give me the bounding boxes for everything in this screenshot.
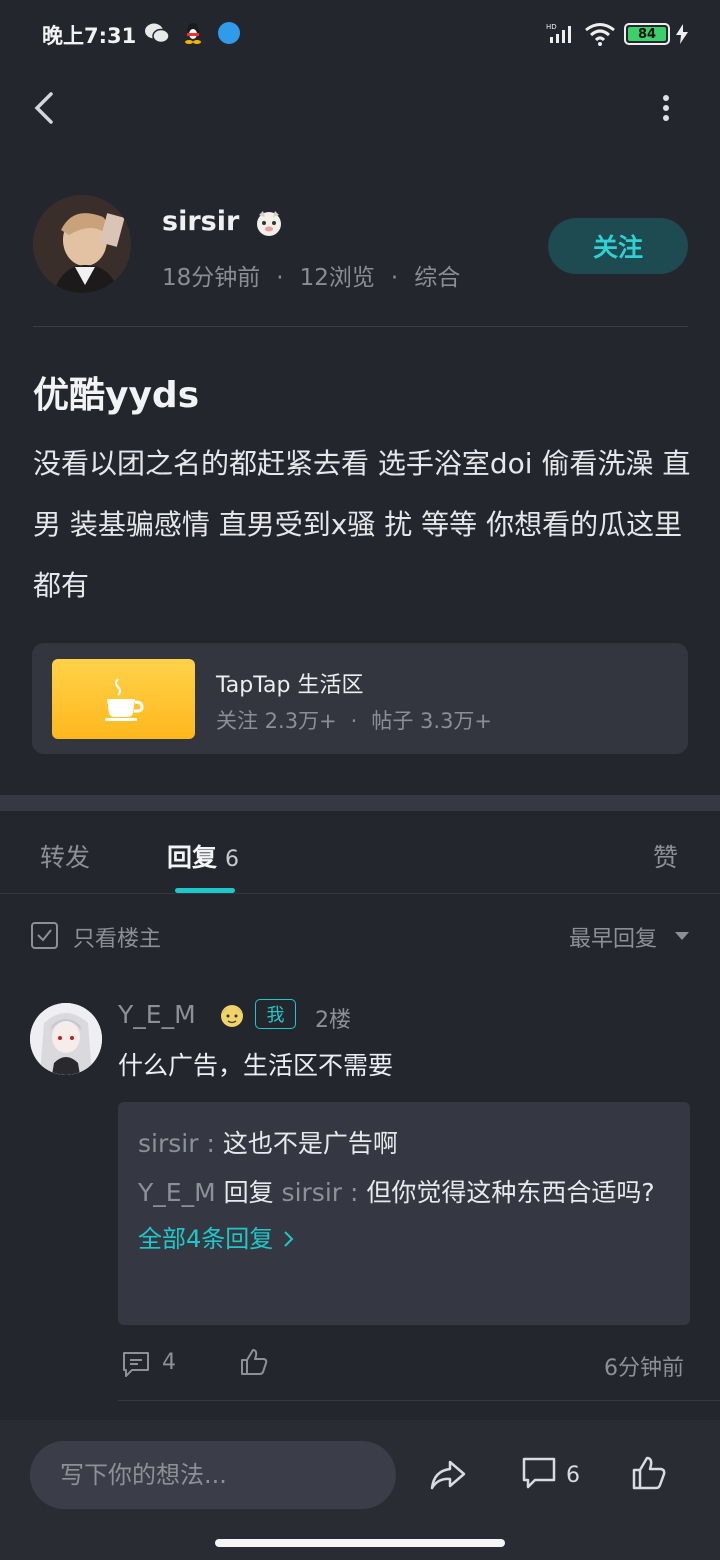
commenter-avatar[interactable] (30, 1003, 102, 1075)
comments-count: 6 (566, 1463, 580, 1488)
post-body: 没看以团之名的都赶紧去看 选手浴室doi 偷看洗澡 直男 装基骗感情 直男受到x… (33, 447, 691, 602)
thumbs-up-icon (241, 1349, 268, 1375)
divider (0, 893, 720, 894)
battery-level: 84 (628, 27, 666, 42)
all-replies-label: 全部4条回复 (138, 1225, 274, 1253)
post-title: 优酷yyds (33, 375, 200, 416)
thumbs-up-icon (632, 1456, 666, 1490)
comments-button[interactable] (520, 1454, 558, 1496)
check-icon (37, 929, 52, 942)
share-button[interactable] (428, 1454, 468, 1498)
reply-separator: : (342, 1178, 367, 1207)
group-name: TapTap 生活区 (216, 673, 364, 698)
reply-item: Y_E_M 回复 sirsir : 但你觉得这种东西合适吗? (138, 1168, 678, 1217)
group-posts: 帖子 3.3万+ (371, 709, 493, 733)
sort-dropdown[interactable]: 最早回复 (569, 921, 657, 953)
signal-icon: HD (546, 22, 576, 48)
comment-reply-button[interactable] (120, 1348, 152, 1384)
qq-icon (182, 21, 204, 49)
reply-target[interactable]: sirsir (282, 1178, 343, 1207)
svg-text:HD: HD (546, 23, 557, 31)
commenter-badge-icon (217, 1000, 247, 1030)
post-meta: 18分钟前 · 12浏览 · 综合 (162, 265, 461, 291)
only-op-checkbox[interactable] (31, 922, 58, 949)
reply-text: 但你觉得这种东西合适吗? (366, 1178, 655, 1207)
more-vertical-icon (663, 95, 669, 121)
tab-like[interactable]: 赞 (653, 838, 678, 874)
chevron-right-icon (284, 1231, 294, 1247)
author-name-text: sirsir (162, 206, 240, 237)
browser-icon (218, 22, 240, 44)
tab-reply-label: 回复 (167, 843, 218, 872)
author-name[interactable]: sirsir (162, 206, 285, 239)
tab-reply[interactable]: 回复 6 (167, 838, 239, 874)
comment-floor: 2楼 (315, 1008, 351, 1033)
status-time: 晚上7:31 (42, 24, 137, 48)
comment-input[interactable] (30, 1441, 396, 1509)
comment-icon (123, 1352, 149, 1377)
like-button[interactable] (630, 1454, 668, 1496)
comment-text: 什么广告，生活区不需要 (118, 1051, 394, 1080)
comment-time: 6分钟前 (604, 1356, 684, 1381)
me-badge: 我 (255, 999, 296, 1029)
group-stats: 关注 2.3万+ · 帖子 3.3万+ (216, 709, 493, 733)
comment-reply-count: 4 (162, 1350, 176, 1375)
charging-icon (676, 24, 688, 48)
reply-user[interactable]: Y_E_M (138, 1178, 216, 1207)
share-icon (430, 1460, 466, 1490)
tab-forward[interactable]: 转发 (40, 838, 90, 874)
section-separator (0, 795, 720, 811)
comment-icon (522, 1457, 556, 1489)
comment-like-button[interactable] (238, 1346, 270, 1382)
divider (33, 326, 688, 327)
group-followers: 关注 2.3万+ (216, 709, 337, 733)
wifi-icon (584, 22, 616, 50)
status-bar: 晚上7:31 HD 84 (0, 0, 720, 68)
group-card[interactable]: TapTap 生活区 关注 2.3万+ · 帖子 3.3万+ (32, 643, 688, 754)
wechat-icon (144, 22, 170, 48)
all-replies-link[interactable]: 全部4条回复 (138, 1219, 678, 1254)
author-avatar[interactable] (33, 195, 131, 293)
author-badge-icon (256, 210, 281, 236)
reply-separator: : (198, 1129, 223, 1158)
back-button[interactable] (26, 88, 66, 128)
group-coffee-icon (52, 659, 195, 739)
replies-box[interactable]: sirsir : 这也不是广告啊 Y_E_M 回复 sirsir : 但你觉得这… (118, 1102, 690, 1325)
reply-mid: 回复 (215, 1178, 282, 1207)
post-time: 18分钟前 (162, 265, 261, 291)
post-views: 12浏览 (299, 265, 375, 291)
chevron-left-icon (34, 92, 53, 124)
battery-icon: 84 (624, 23, 670, 45)
caret-down-icon[interactable] (675, 932, 689, 940)
only-op-label[interactable]: 只看楼主 (73, 921, 161, 953)
post-category[interactable]: 综合 (414, 265, 460, 291)
reply-item: sirsir : 这也不是广告啊 (138, 1119, 678, 1168)
follow-button[interactable]: 关注 (548, 218, 688, 274)
reply-text: 这也不是广告啊 (222, 1129, 398, 1158)
more-button[interactable] (646, 88, 686, 128)
tab-reply-count: 6 (225, 847, 240, 872)
home-indicator[interactable] (215, 1539, 505, 1547)
divider (118, 1400, 720, 1401)
reply-user[interactable]: sirsir (138, 1129, 199, 1158)
commenter-name[interactable]: Y_E_M (118, 1000, 196, 1029)
